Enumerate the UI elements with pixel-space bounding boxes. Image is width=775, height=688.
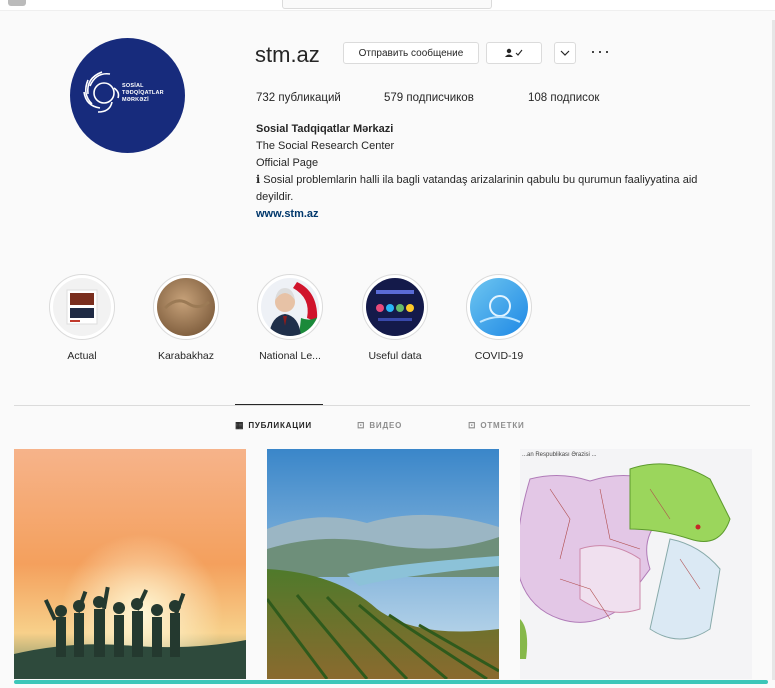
highlight-cover xyxy=(362,274,428,340)
followers-count[interactable]: 579 подписчиков xyxy=(384,92,474,104)
vineyard-mountains-image xyxy=(267,449,499,679)
post-thumbnail[interactable]: ...an Respublikası Ərazisi ... xyxy=(520,449,752,679)
sunset-silhouettes-image xyxy=(14,449,246,679)
avatar-brand-text: SOSİAL TƏDQİQATLAR MƏRKƏZİ xyxy=(122,83,164,103)
story-highlight[interactable]: National Le... xyxy=(250,274,330,362)
accent-underline xyxy=(14,680,768,684)
search-input[interactable] xyxy=(282,0,492,9)
tab-label: ОТМЕТКИ xyxy=(480,421,525,430)
highlight-cover xyxy=(153,274,219,340)
highlight-label: Actual xyxy=(67,350,97,362)
profile-username: stm.az xyxy=(255,42,320,67)
full-name: Sosial Tadqiqatlar Mərkazi xyxy=(256,123,394,135)
profile-avatar[interactable]: SOSİAL TƏDQİQATLAR MƏRKƏZİ xyxy=(70,38,185,153)
tab-label: ПУБЛИКАЦИИ xyxy=(248,421,312,430)
instagram-logo[interactable] xyxy=(8,0,26,6)
azerbaijan-map-image: ...an Respublikası Ərazisi ... xyxy=(520,449,752,679)
highlight-image xyxy=(366,278,424,336)
more-options-icon[interactable]: ··· xyxy=(590,42,611,64)
posts-count: 732 публикаций xyxy=(256,92,341,104)
tagged-icon: ⊡ xyxy=(468,420,477,430)
highlight-cover xyxy=(466,274,532,340)
following-button[interactable] xyxy=(486,42,542,64)
suggested-accounts-button[interactable] xyxy=(554,42,576,64)
highlight-image xyxy=(157,278,215,336)
post-thumbnail[interactable] xyxy=(267,449,499,679)
tab-label: ВИДЕО xyxy=(369,421,403,430)
story-highlight[interactable]: Useful data xyxy=(355,274,435,362)
highlight-image xyxy=(470,278,528,336)
highlight-label: COVID-19 xyxy=(474,350,524,362)
highlight-image xyxy=(261,278,319,336)
profile-bio: Sosial Tadqiqatlar Mərkazi The Social Re… xyxy=(256,121,726,223)
highlight-cover xyxy=(49,274,115,340)
grid-icon: ▦ xyxy=(235,420,245,430)
send-message-button[interactable]: Отправить сообщение xyxy=(343,42,479,64)
chevron-down-icon xyxy=(560,50,570,56)
post-caption: ...an Respublikası Ərazisi ... xyxy=(522,452,597,458)
tabs-divider xyxy=(14,405,750,406)
story-highlight[interactable]: Actual xyxy=(42,274,122,362)
following-count[interactable]: 108 подписок xyxy=(528,92,599,104)
website-link[interactable]: www.stm.az xyxy=(256,206,726,223)
bio-line: ℹ Sosial problemlarin halli ila bagli va… xyxy=(256,174,698,203)
highlight-label: Useful data xyxy=(368,350,422,362)
top-navigation-bar xyxy=(0,0,775,11)
story-highlight[interactable]: Karabakhaz xyxy=(146,274,226,362)
highlight-cover xyxy=(257,274,323,340)
person-check-icon xyxy=(505,48,523,57)
highlight-label: National Le... xyxy=(259,350,321,362)
highlight-label: Karabakhaz xyxy=(157,350,215,362)
tab-tagged[interactable]: ⊡ ОТМЕТКИ xyxy=(468,420,525,431)
tab-video[interactable]: ⊡ ВИДЕО xyxy=(357,420,402,431)
bio-line: The Social Research Center xyxy=(256,140,395,152)
tab-posts[interactable]: ▦ ПУБЛИКАЦИИ xyxy=(235,420,312,431)
post-thumbnail[interactable] xyxy=(14,449,246,679)
active-tab-indicator xyxy=(235,404,323,405)
bio-line: Official Page xyxy=(256,157,319,169)
story-highlight[interactable]: COVID-19 xyxy=(459,274,539,362)
video-icon: ⊡ xyxy=(357,420,366,430)
highlight-image xyxy=(53,278,111,336)
